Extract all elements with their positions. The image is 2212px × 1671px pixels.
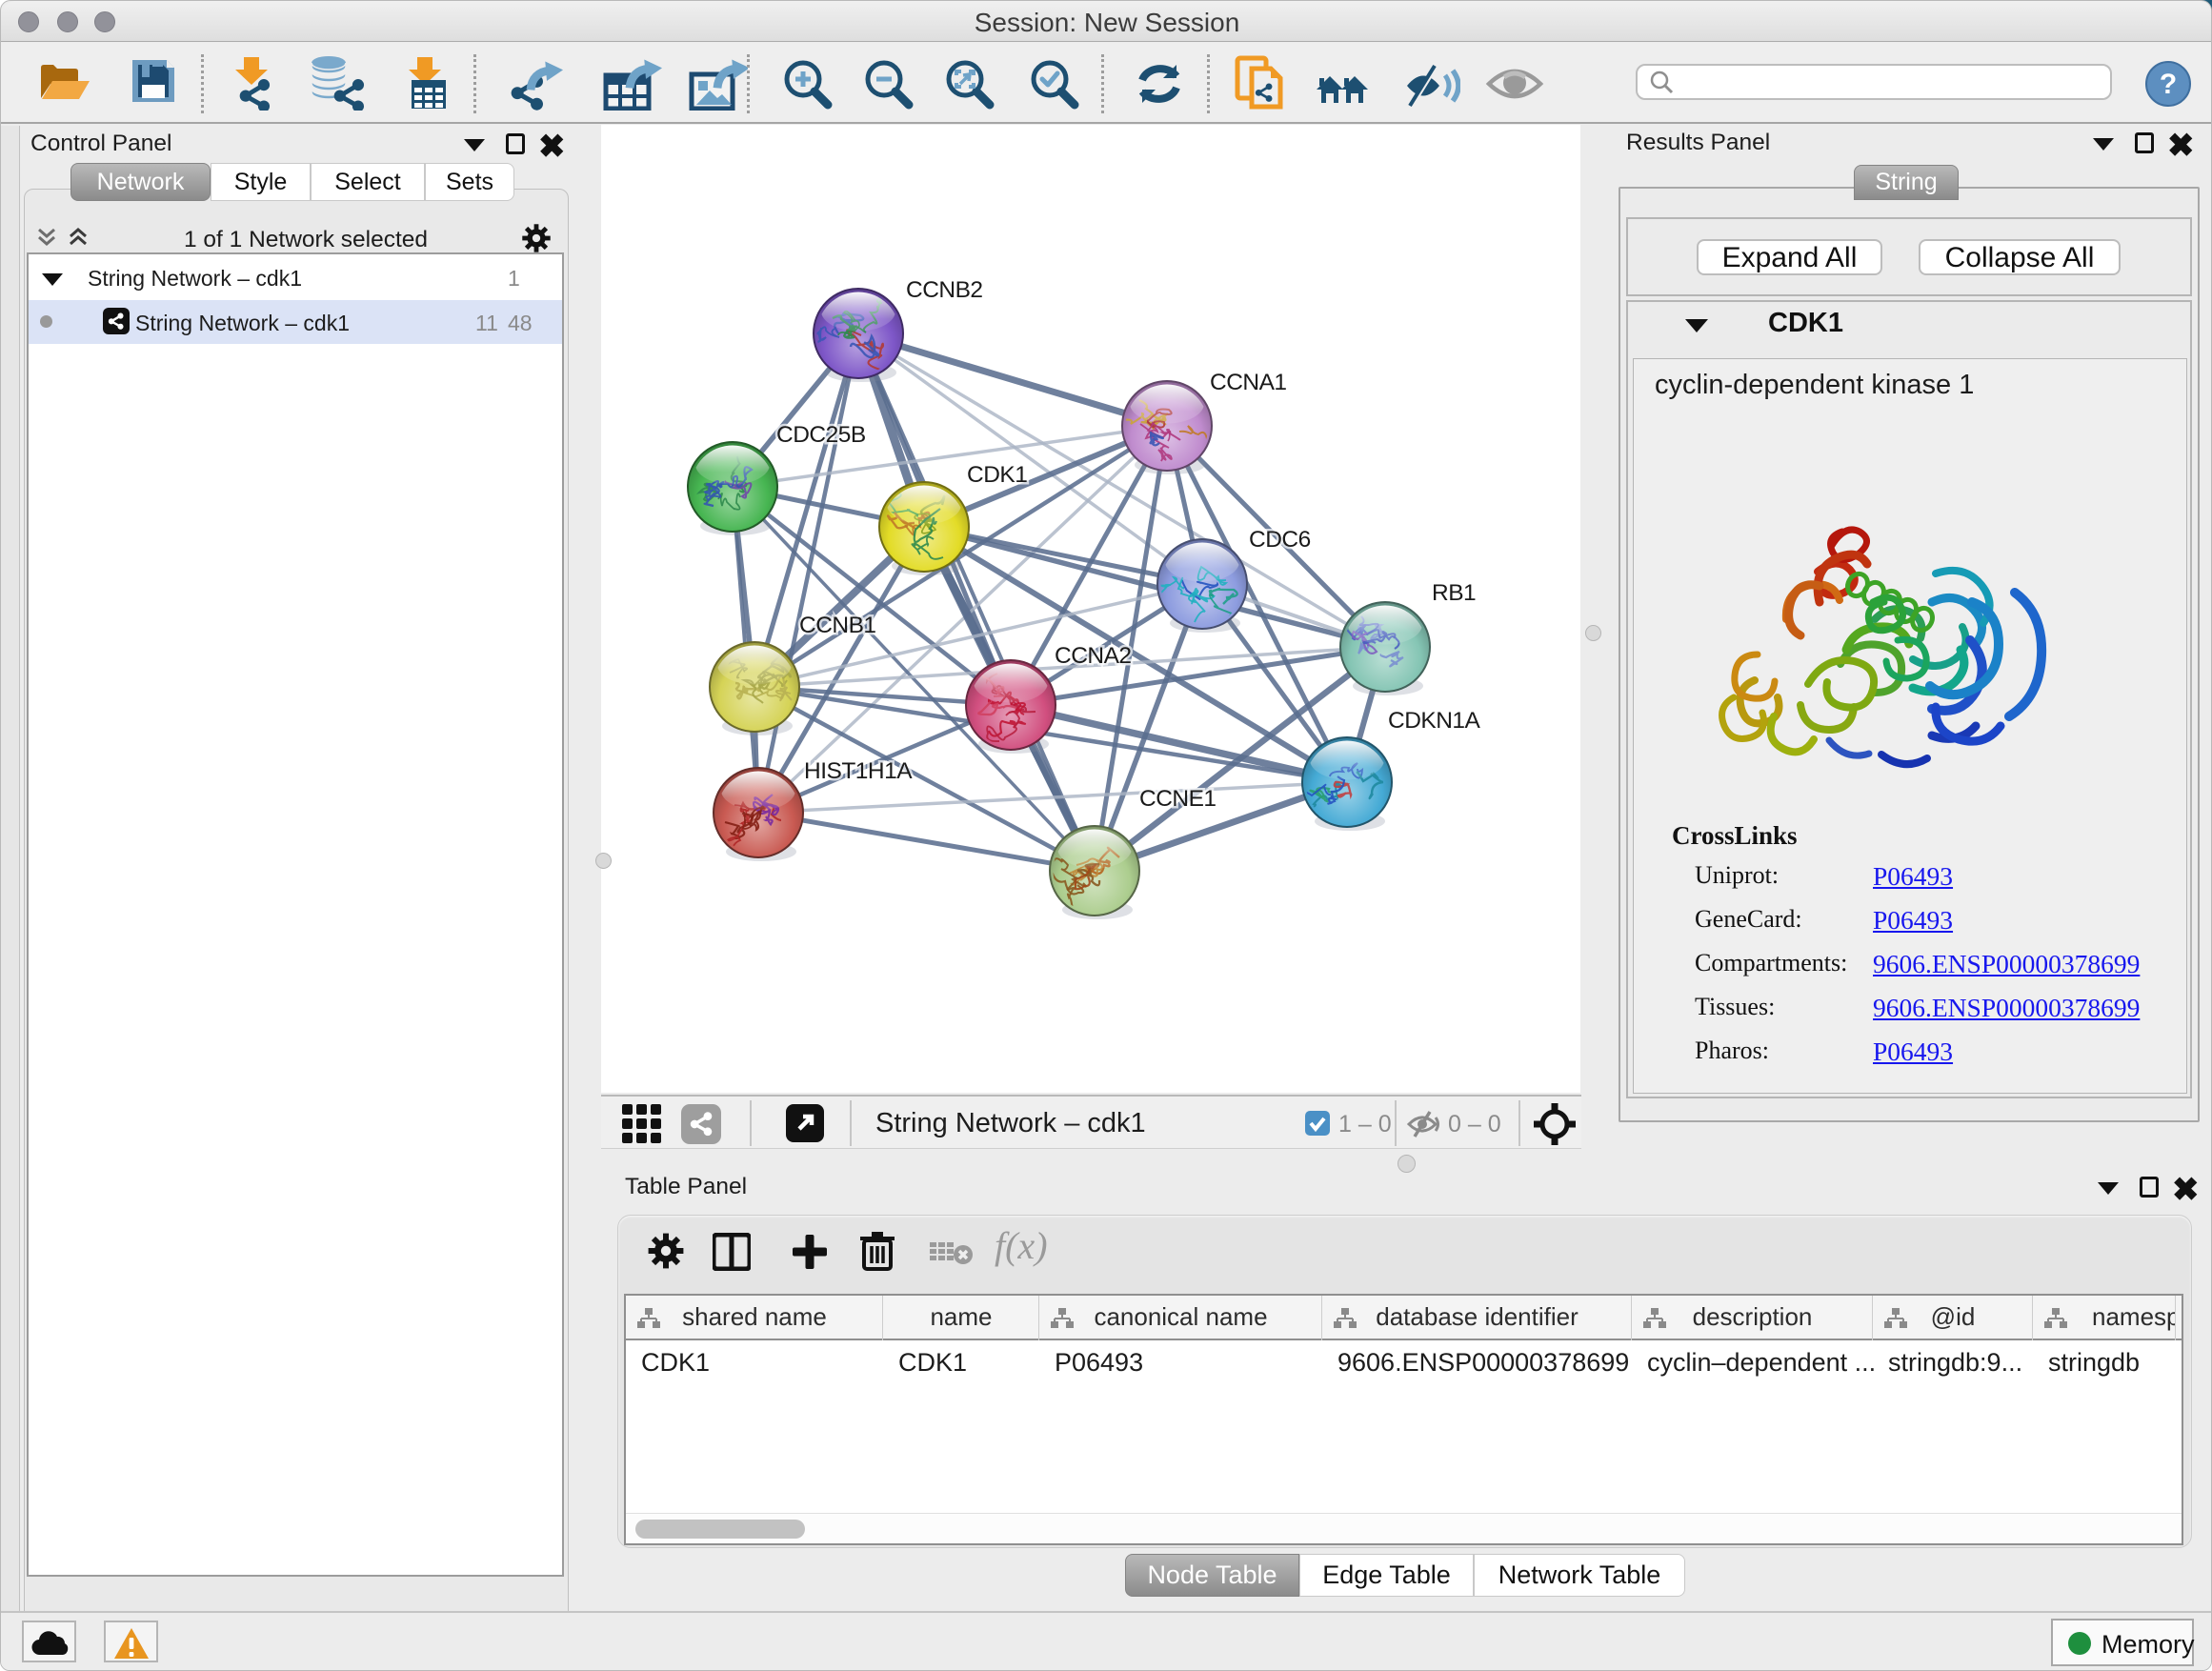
svg-text:CDC25B: CDC25B (776, 422, 866, 448)
svg-text:CDKN1A: CDKN1A (1388, 708, 1481, 734)
svg-text:?: ? (2160, 69, 2177, 100)
svg-text:RB1: RB1 (1432, 580, 1476, 606)
svg-text:CDC6: CDC6 (1249, 527, 1311, 553)
svg-text:CCNA2: CCNA2 (1055, 643, 1132, 669)
svg-text:CCNE1: CCNE1 (1139, 786, 1217, 812)
svg-text:CCNB1: CCNB1 (799, 613, 876, 638)
svg-text:HIST1H1A: HIST1H1A (804, 758, 913, 784)
svg-text:CCNA1: CCNA1 (1210, 370, 1287, 395)
svg-text:CCNB2: CCNB2 (906, 277, 983, 303)
svg-text:CDK1: CDK1 (967, 462, 1027, 488)
